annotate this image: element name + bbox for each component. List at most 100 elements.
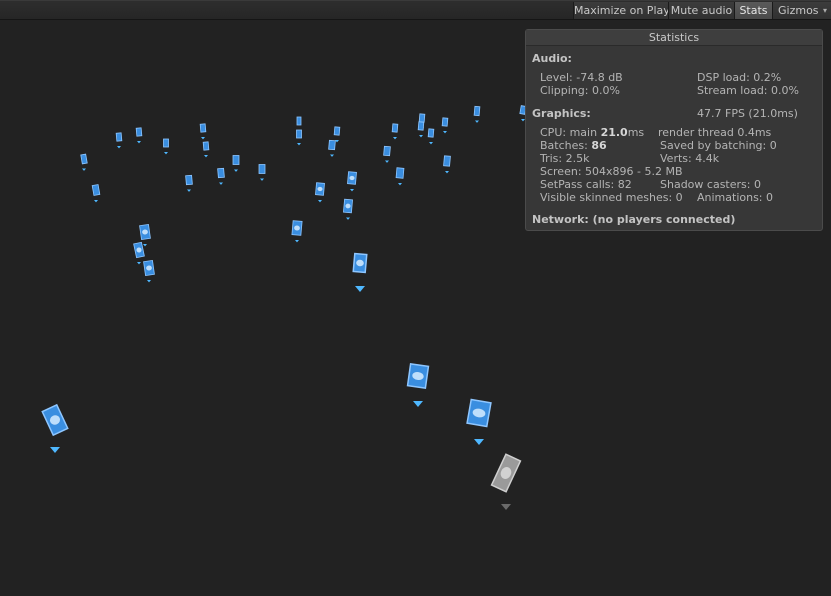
animations: Animations: 0: [697, 191, 774, 204]
scene-marker: [143, 244, 147, 247]
scene-card: [291, 220, 303, 236]
scene-marker: [297, 143, 301, 146]
statistics-title: Statistics: [526, 30, 822, 46]
scene-card: [296, 129, 302, 139]
scene-card: [41, 403, 69, 437]
scene-marker: [355, 286, 365, 292]
scene-marker: [393, 137, 397, 140]
scene-marker: [295, 240, 299, 243]
scene-marker: [147, 280, 151, 283]
scene-marker: [429, 142, 433, 145]
cpu-prefix: CPU: main: [540, 126, 601, 139]
scene-card: [417, 121, 425, 131]
stream-load: Stream load: 0.0%: [697, 84, 799, 97]
scene-marker: [350, 189, 354, 192]
scene-card: [427, 128, 435, 138]
scene-card: [406, 363, 430, 389]
scene-card: [163, 138, 169, 148]
scene-card: [443, 155, 451, 167]
gizmos-label: Gizmos: [778, 4, 819, 17]
game-view-toolbar: Maximize on Play Mute audio Stats Gizmos…: [0, 0, 831, 20]
maximize-on-play-button[interactable]: Maximize on Play: [573, 2, 670, 19]
scene-marker: [82, 168, 86, 171]
graphics-header: Graphics:: [532, 107, 591, 120]
scene-card: [217, 167, 225, 179]
scene-card: [139, 223, 151, 241]
scene-marker: [187, 189, 191, 192]
scene-card: [115, 132, 123, 142]
scene-card: [328, 139, 336, 151]
scene-card: [441, 117, 449, 127]
scene-marker: [318, 200, 322, 203]
scene-marker: [419, 135, 423, 138]
scene-card: [347, 171, 357, 185]
audio-level: Level: -74.8 dB: [540, 71, 623, 84]
scene-marker: [164, 152, 168, 155]
scene-marker: [413, 401, 423, 407]
scene-marker: [398, 183, 402, 186]
mute-audio-button[interactable]: Mute audio: [668, 2, 734, 19]
batches: Batches: 86: [540, 139, 607, 152]
scene-marker: [234, 169, 238, 172]
batches-prefix: Batches:: [540, 139, 592, 152]
scene-card: [418, 113, 426, 123]
scene-marker: [474, 439, 484, 445]
scene-marker: [501, 504, 511, 510]
shadow-casters: Shadow casters: 0: [660, 178, 761, 191]
scene-card: [466, 398, 492, 428]
scene-card: [352, 252, 368, 274]
scene-card: [258, 164, 266, 174]
cpu-main: CPU: main 21.0ms: [540, 126, 644, 139]
scene-card: [315, 182, 325, 196]
scene-card: [143, 259, 155, 277]
saved-by-batching: Saved by batching: 0: [660, 139, 777, 152]
scene-card: [343, 198, 353, 214]
scene-card: [185, 174, 193, 186]
scene-marker: [330, 154, 334, 157]
toolbar-edge: [0, 0, 831, 1]
scene-marker: [346, 217, 350, 220]
cpu-main-value: 21.0: [600, 126, 628, 139]
scene-card: [80, 153, 88, 165]
audio-header: Audio:: [532, 52, 572, 65]
scene-card: [296, 116, 302, 126]
gizmos-button[interactable]: Gizmos ▾: [772, 2, 831, 19]
dsp-load: DSP load: 0.2%: [697, 71, 782, 84]
scene-card: [473, 105, 481, 117]
scene-card: [395, 167, 405, 179]
scene-marker: [260, 178, 264, 181]
scene-marker: [445, 171, 449, 174]
scene-card: [391, 123, 399, 133]
scene-card: [135, 127, 143, 137]
scene-marker: [50, 447, 60, 453]
scene-card: [133, 241, 145, 259]
scene-marker: [137, 141, 141, 144]
scene-card: [490, 453, 522, 493]
batches-value: 86: [591, 139, 607, 152]
scene-card: [199, 123, 207, 133]
scene-marker: [475, 120, 479, 123]
scene-marker: [385, 160, 389, 163]
scene-marker: [117, 146, 121, 149]
scene-marker: [204, 155, 208, 158]
fps-readout: 47.7 FPS (21.0ms): [697, 107, 798, 120]
setpass-calls: SetPass calls: 82: [540, 178, 632, 191]
scene-card: [91, 184, 101, 196]
visible-skinned-meshes: Visible skinned meshes: 0: [540, 191, 683, 204]
stats-button[interactable]: Stats: [734, 2, 772, 19]
verts: Verts: 4.4k: [660, 152, 720, 165]
scene-marker: [201, 137, 205, 140]
scene-card: [202, 141, 210, 151]
scene-marker: [219, 182, 223, 185]
scene-marker: [137, 262, 141, 265]
cpu-suffix: ms: [627, 126, 645, 139]
audio-clipping: Clipping: 0.0%: [540, 84, 620, 97]
chevron-down-icon: ▾: [823, 6, 828, 15]
scene-card: [383, 145, 391, 157]
scene-marker: [94, 200, 98, 203]
statistics-panel: Statistics Audio: Level: -74.8 dB DSP lo…: [525, 29, 823, 231]
scene-marker: [443, 131, 447, 134]
scene-card: [333, 126, 341, 136]
render-thread: render thread 0.4ms: [658, 126, 772, 139]
screen-info: Screen: 504x896 - 5.2 MB: [540, 165, 683, 178]
